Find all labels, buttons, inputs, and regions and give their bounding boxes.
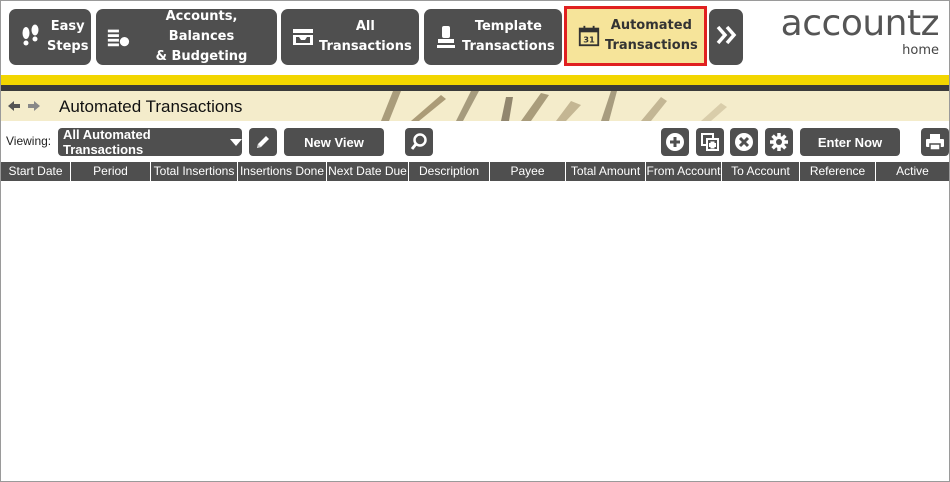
arrow-right-icon[interactable] — [27, 99, 41, 117]
plus-circle-icon — [666, 133, 684, 151]
nav-accounts-button[interactable]: Accounts, Balances & Budgeting — [96, 9, 277, 65]
new-view-button[interactable]: New View — [284, 128, 384, 156]
caret-down-icon — [230, 138, 242, 146]
close-circle-icon — [735, 133, 753, 151]
nav-easy-steps-button[interactable]: Easy Steps — [9, 9, 91, 65]
nav-automated-transactions-button[interactable]: 31 Automated Transactions — [564, 6, 707, 66]
column-header-start-date[interactable]: Start Date — [1, 162, 71, 181]
arrow-left-icon[interactable] — [7, 99, 21, 117]
table-body — [1, 181, 949, 481]
column-header-total-insertions[interactable]: Total Insertions — [151, 162, 238, 181]
nav-more-button[interactable] — [709, 9, 743, 65]
print-button[interactable] — [921, 128, 949, 156]
enter-now-button[interactable]: Enter Now — [800, 128, 900, 156]
column-header-to-account[interactable]: To Account — [722, 162, 800, 181]
column-header-insertions-done[interactable]: Insertions Done — [238, 162, 327, 181]
column-header-reference[interactable]: Reference — [800, 162, 876, 181]
delete-button[interactable] — [730, 128, 758, 156]
calendar-number: 31 — [583, 34, 595, 44]
calendar-31-icon: 31 — [577, 22, 601, 50]
nav-accounts-label: Accounts, Balances & Budgeting — [155, 9, 248, 64]
nav-all-transactions-button[interactable]: All Transactions — [281, 9, 419, 65]
viewing-label: Viewing: — [6, 134, 52, 148]
accountz-logo: accountz home — [780, 3, 940, 58]
column-header-active[interactable]: Active — [876, 162, 949, 181]
column-header-from-account[interactable]: From Account — [646, 162, 722, 181]
yellow-stripe — [1, 75, 949, 85]
column-header-total-amount[interactable]: Total Amount — [566, 162, 646, 181]
title-banner: Automated Transactions — [1, 91, 949, 121]
nav-automated-transactions-label: Automated Transactions — [605, 18, 698, 53]
settings-button[interactable] — [765, 128, 793, 156]
column-header-period[interactable]: Period — [71, 162, 151, 181]
logo-sub: home — [902, 43, 939, 58]
coins-icon — [106, 23, 130, 51]
gear-icon — [770, 133, 788, 151]
app-window: Easy Steps Accounts, Balances & Budgetin… — [0, 0, 950, 482]
column-header-payee[interactable]: Payee — [490, 162, 566, 181]
logo-name: accountz — [780, 3, 940, 44]
enter-now-label: Enter Now — [817, 134, 883, 150]
footprints-icon — [19, 23, 43, 51]
view-select-value: All Automated Transactions — [63, 127, 151, 157]
page-title: Automated Transactions — [59, 97, 243, 116]
column-header-next-date-due[interactable]: Next Date Due — [327, 162, 409, 181]
pencil-icon — [257, 136, 269, 148]
double-chevron-right-icon — [714, 24, 738, 51]
search-button[interactable] — [405, 128, 433, 156]
top-navigation: Easy Steps Accounts, Balances & Budgetin… — [1, 1, 949, 75]
table-header: Start Date Period Total Insertions Inser… — [1, 162, 949, 181]
add-button[interactable] — [661, 128, 689, 156]
nav-all-transactions-label: All Transactions — [319, 19, 412, 54]
nav-easy-steps-label: Easy Steps — [47, 19, 89, 54]
toolbar: Viewing: All Automated Transactions New … — [1, 125, 949, 159]
stamp-icon — [434, 23, 458, 51]
inbox-tray-icon — [291, 23, 315, 51]
column-header-description[interactable]: Description — [409, 162, 490, 181]
printer-icon — [926, 134, 944, 151]
edit-view-button[interactable] — [249, 128, 277, 156]
history-arrows — [7, 99, 41, 117]
duplicate-icon — [701, 133, 719, 151]
view-select[interactable]: All Automated Transactions — [58, 127, 242, 157]
duplicate-button[interactable] — [696, 128, 724, 156]
new-view-label: New View — [304, 134, 364, 150]
nav-template-transactions-button[interactable]: Template Transactions — [424, 9, 562, 65]
nav-template-transactions-label: Template Transactions — [462, 19, 555, 54]
search-icon — [410, 133, 427, 150]
